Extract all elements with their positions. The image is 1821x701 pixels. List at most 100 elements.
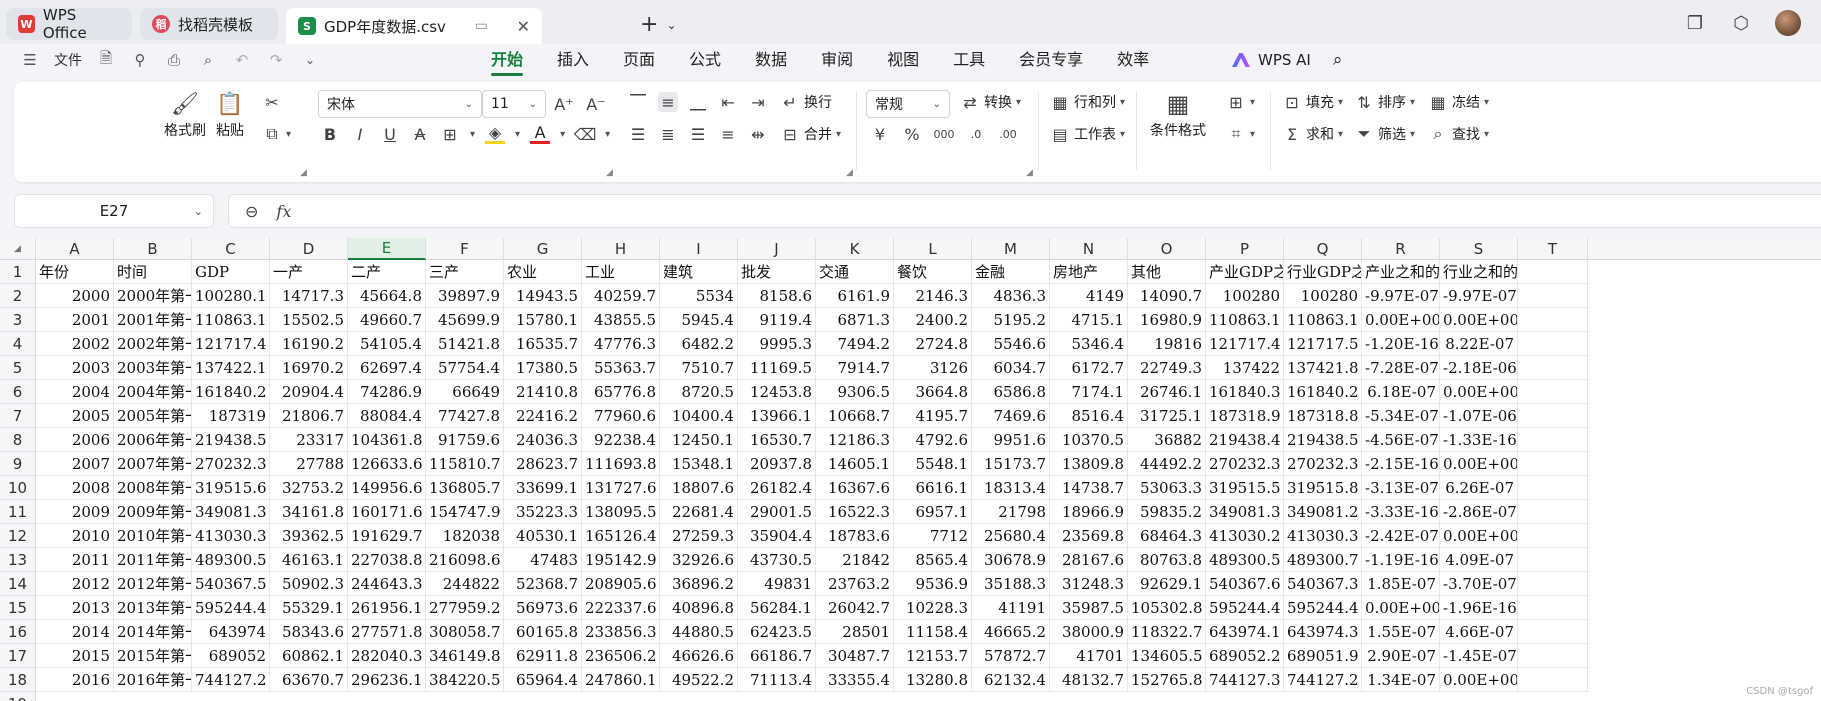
cell[interactable]: 9951.6 xyxy=(972,428,1050,452)
cell[interactable]: 20904.4 xyxy=(270,380,348,404)
cell[interactable]: 9306.5 xyxy=(816,380,894,404)
cell[interactable] xyxy=(1518,572,1588,596)
row-header[interactable]: 13 xyxy=(0,548,36,572)
align-middle-icon[interactable]: ≡ xyxy=(658,92,678,112)
cell[interactable]: 12153.7 xyxy=(894,644,972,668)
cell[interactable]: 137422 xyxy=(1206,356,1284,380)
cell[interactable]: 9536.9 xyxy=(894,572,972,596)
cell[interactable]: 31248.3 xyxy=(1050,572,1128,596)
cell[interactable]: 219438.5 xyxy=(1284,428,1362,452)
cell[interactable]: 38000.9 xyxy=(1050,620,1128,644)
cell[interactable]: 14717.3 xyxy=(270,284,348,308)
cell[interactable]: 152765.8 xyxy=(1128,668,1206,692)
cell[interactable]: 15348.1 xyxy=(660,452,738,476)
row-header[interactable]: 7 xyxy=(0,404,36,428)
cell[interactable]: 5534 xyxy=(660,284,738,308)
cell[interactable]: 100280 xyxy=(1284,284,1362,308)
cell[interactable]: 5945.4 xyxy=(660,308,738,332)
cell[interactable] xyxy=(1518,308,1588,332)
cell[interactable]: 行业之和的误差 xyxy=(1440,260,1518,284)
cell[interactable]: GDP xyxy=(192,260,270,284)
cell[interactable]: 2016 xyxy=(36,668,114,692)
menu-icon[interactable]: ☰ xyxy=(20,50,40,70)
cell[interactable]: 2016年第一 xyxy=(114,668,192,692)
cell[interactable]: 7510.7 xyxy=(660,356,738,380)
cell[interactable]: 14090.7 xyxy=(1128,284,1206,308)
cell[interactable]: 45699.9 xyxy=(426,308,504,332)
cell[interactable]: 277959.2 xyxy=(426,596,504,620)
cell[interactable]: 28623.7 xyxy=(504,452,582,476)
cell[interactable]: 16970.2 xyxy=(270,356,348,380)
row-header[interactable]: 1 xyxy=(0,260,36,284)
column-header-m[interactable]: M xyxy=(972,238,1050,260)
cell[interactable]: 24036.3 xyxy=(504,428,582,452)
cell[interactable]: 62423.5 xyxy=(738,620,816,644)
undo-icon[interactable]: ↶ xyxy=(232,50,252,70)
thousands-icon[interactable]: 000 xyxy=(934,124,955,144)
align-bottom-icon[interactable]: ⎽ xyxy=(688,92,708,112)
decrease-font-icon[interactable]: A⁻ xyxy=(586,94,606,114)
cell[interactable]: 5195.2 xyxy=(972,308,1050,332)
cell[interactable]: 58343.6 xyxy=(270,620,348,644)
cell[interactable]: 建筑 xyxy=(660,260,738,284)
cell[interactable]: 22681.4 xyxy=(660,500,738,524)
cell[interactable]: 2011年第一 xyxy=(114,548,192,572)
cell[interactable]: 5546.6 xyxy=(972,332,1050,356)
cell[interactable]: 195142.9 xyxy=(582,548,660,572)
cell[interactable]: 137422.1 xyxy=(192,356,270,380)
cell[interactable]: 0.00E+00 xyxy=(1440,668,1518,692)
cell[interactable]: 110863.1 xyxy=(192,308,270,332)
cell[interactable]: 643974.3 xyxy=(1284,620,1362,644)
cell[interactable]: 92238.4 xyxy=(582,428,660,452)
cell[interactable]: 149956.6 xyxy=(348,476,426,500)
column-header-q[interactable]: Q xyxy=(1284,238,1362,260)
pin-icon[interactable]: ⚲ xyxy=(130,50,150,70)
column-header-s[interactable]: S xyxy=(1440,238,1518,260)
cube-icon[interactable]: ⬡ xyxy=(1729,11,1753,35)
cell[interactable]: 6172.7 xyxy=(1050,356,1128,380)
cell[interactable]: 18966.9 xyxy=(1050,500,1128,524)
cell[interactable]: 46665.2 xyxy=(972,620,1050,644)
cell[interactable]: 19816 xyxy=(1128,332,1206,356)
cell[interactable]: 53063.3 xyxy=(1128,476,1206,500)
cell[interactable]: 126633.6 xyxy=(348,452,426,476)
cell[interactable]: -3.70E-07 xyxy=(1440,572,1518,596)
cell[interactable]: 9119.4 xyxy=(738,308,816,332)
cell[interactable]: 261956.1 xyxy=(348,596,426,620)
cell[interactable] xyxy=(1518,476,1588,500)
cell[interactable]: 2011 xyxy=(36,548,114,572)
row-header[interactable]: 2 xyxy=(0,284,36,308)
cell[interactable]: 28501 xyxy=(816,620,894,644)
cell[interactable]: 413030.3 xyxy=(192,524,270,548)
dialog-launcher-icon[interactable]: ◢ xyxy=(846,168,853,178)
cell[interactable]: 4836.3 xyxy=(972,284,1050,308)
column-header-i[interactable]: I xyxy=(660,238,738,260)
cell[interactable]: 0.00E+00 xyxy=(1440,524,1518,548)
cell[interactable]: 1.55E-07 xyxy=(1362,620,1440,644)
cell[interactable]: 25680.4 xyxy=(972,524,1050,548)
row-header[interactable]: 17 xyxy=(0,644,36,668)
currency-icon[interactable]: ¥ xyxy=(870,124,890,144)
chevron-down-icon[interactable]: ⌄ xyxy=(194,205,203,218)
cell[interactable]: 55363.7 xyxy=(582,356,660,380)
cell[interactable]: 其他 xyxy=(1128,260,1206,284)
cell[interactable]: 47483 xyxy=(504,548,582,572)
cell[interactable]: 233856.3 xyxy=(582,620,660,644)
window-icon[interactable]: ▭ xyxy=(475,18,488,34)
cell[interactable]: 2007 xyxy=(36,452,114,476)
cell[interactable]: 65964.4 xyxy=(504,668,582,692)
align-center-icon[interactable]: ≣ xyxy=(658,124,678,144)
chevron-down-icon[interactable]: ▾ xyxy=(470,129,475,140)
cell[interactable]: 111693.8 xyxy=(582,452,660,476)
cell[interactable]: 时间 xyxy=(114,260,192,284)
cell[interactable]: 77427.8 xyxy=(426,404,504,428)
cell[interactable]: 91759.6 xyxy=(426,428,504,452)
border-icon[interactable]: ⊞ xyxy=(440,124,460,144)
cell[interactable]: 187318.8 xyxy=(1284,404,1362,428)
cell[interactable]: 1.85E-07 xyxy=(1362,572,1440,596)
cell[interactable]: 54105.4 xyxy=(348,332,426,356)
decrease-indent-icon[interactable]: ⇤ xyxy=(718,92,738,112)
cell[interactable]: 49831 xyxy=(738,572,816,596)
row-header[interactable]: 18 xyxy=(0,668,36,692)
cell[interactable]: 农业 xyxy=(504,260,582,284)
